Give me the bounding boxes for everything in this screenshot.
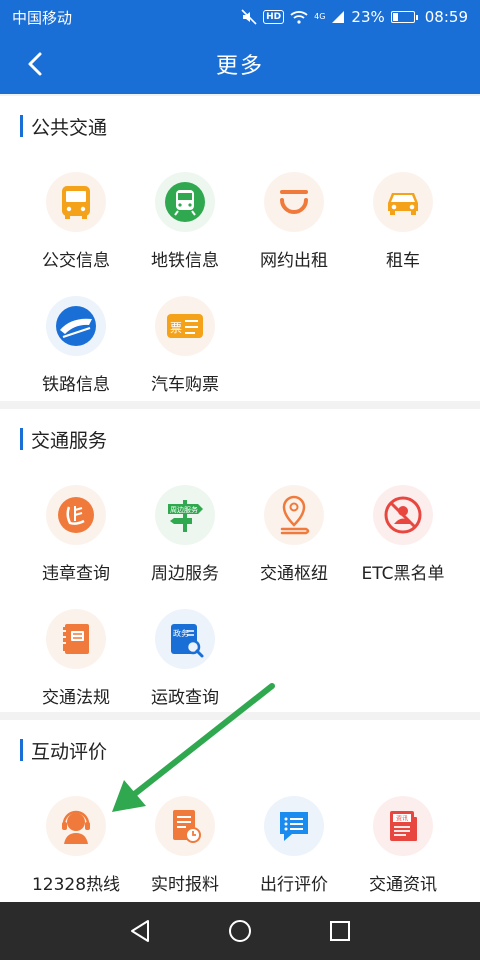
wifi-icon <box>290 11 308 24</box>
carrier-name: 中国移动 <box>12 8 73 27</box>
railway-icon <box>56 306 96 346</box>
tile-label: 交通资讯 <box>369 875 437 895</box>
status-bar: 中国移动 HD 4G 23% 08:59 <box>0 0 480 34</box>
gov-search-icon: 政务 <box>171 624 204 658</box>
tile-realtime-report[interactable]: 实时报料 <box>130 796 240 906</box>
section-header: 互动评价 <box>20 738 108 763</box>
app-bar: 更多 <box>0 34 480 94</box>
location-pin-icon <box>280 495 310 535</box>
section-title: 互动评价 <box>31 740 108 763</box>
mute-icon <box>241 9 257 25</box>
tile-label: 出行评价 <box>260 875 328 895</box>
tile-label: 运政查询 <box>151 688 219 708</box>
nav-recents-button[interactable] <box>325 916 355 946</box>
ride-hailing-icon <box>280 190 308 214</box>
hd-badge: HD <box>263 10 285 24</box>
system-nav-bar <box>0 902 480 960</box>
law-book-icon <box>62 624 89 654</box>
battery-percent: 23% <box>351 8 385 26</box>
square-recents-icon <box>330 921 350 941</box>
car-rental-icon <box>388 193 418 215</box>
violation-icon <box>58 497 94 533</box>
news-icon: 资讯 <box>390 811 417 841</box>
signal-icon <box>332 11 345 23</box>
tile-trip-review[interactable]: 出行评价 <box>239 796 349 906</box>
tile-label: 交通枢纽 <box>260 564 328 584</box>
bus-icon <box>62 186 90 219</box>
tile-label: 汽车购票 <box>151 375 219 395</box>
tile-violation-query[interactable]: 违章查询 <box>21 485 131 595</box>
tile-gov-query[interactable]: 政务 运政查询 <box>130 609 240 719</box>
tile-label: 12328热线 <box>31 875 121 895</box>
section-header: 公共交通 <box>20 114 108 139</box>
signpost-icon: 周边服务 <box>168 500 203 532</box>
tile-label: 周边服务 <box>151 564 219 584</box>
back-button[interactable] <box>20 48 52 80</box>
tile-bus-ticket[interactable]: 票 汽车购票 <box>130 296 240 406</box>
tile-label: 网约出租 <box>260 251 328 271</box>
ticket-icon-text: 票 <box>170 321 182 335</box>
chevron-left-icon <box>28 52 42 76</box>
section-header: 交通服务 <box>20 427 108 452</box>
clock: 08:59 <box>424 8 468 26</box>
tile-transport-hub[interactable]: 交通枢纽 <box>239 485 349 595</box>
hotline-icon <box>62 810 90 844</box>
tile-railway-info[interactable]: 铁路信息 <box>21 296 131 406</box>
tile-ride-hailing[interactable]: 网约出租 <box>239 172 349 282</box>
tile-label: ETC黑名单 <box>361 564 445 584</box>
blacklist-icon <box>384 496 422 534</box>
status-icons: HD 4G 23% 08:59 <box>241 8 468 26</box>
triangle-back-icon <box>131 920 149 942</box>
tile-label: 租车 <box>386 251 420 271</box>
network-type: 4G <box>314 12 326 21</box>
section-title: 公共交通 <box>31 116 108 139</box>
tile-etc-blacklist[interactable]: ETC黑名单 <box>348 485 458 595</box>
signpost-icon-text: 周边服务 <box>170 505 198 514</box>
tile-traffic-laws[interactable]: 交通法规 <box>21 609 131 719</box>
page-title: 更多 <box>215 54 264 79</box>
tile-traffic-news[interactable]: 资讯 交通资讯 <box>348 796 458 906</box>
tile-label: 实时报料 <box>151 875 219 895</box>
tile-subway-info[interactable]: 地铁信息 <box>130 172 240 282</box>
tile-label: 地铁信息 <box>151 251 219 271</box>
section-public-transport: 公共交通 公交信息 地铁信息 网约出租 租车 铁路信息 票 汽车购票 <box>0 96 480 401</box>
tile-bus-info[interactable]: 公交信息 <box>21 172 131 282</box>
section-title: 交通服务 <box>31 429 108 452</box>
gov-icon-text: 政务 <box>173 628 189 638</box>
tile-car-rental[interactable]: 租车 <box>348 172 458 282</box>
battery-icon <box>390 11 418 23</box>
tile-label: 公交信息 <box>42 251 110 271</box>
section-interactive-feedback: 互动评价 12328热线 实时报料 出行评价 资讯 交通资讯 <box>0 720 480 902</box>
circle-home-icon <box>229 920 251 942</box>
tile-label: 违章查询 <box>42 564 110 584</box>
news-icon-text: 资讯 <box>396 815 408 823</box>
tile-hotline[interactable]: 12328热线 <box>21 796 131 906</box>
comment-icon <box>280 812 308 841</box>
tile-nearby-services[interactable]: 周边服务 周边服务 <box>130 485 240 595</box>
nav-back-button[interactable] <box>125 916 155 946</box>
tile-label: 交通法规 <box>42 688 110 708</box>
section-transport-services: 交通服务 违章查询 周边服务 周边服务 交通枢纽 ETC黑名单 交通法规 政务 … <box>0 409 480 712</box>
subway-icon <box>165 182 205 222</box>
nav-home-button[interactable] <box>225 916 255 946</box>
tile-label: 铁路信息 <box>42 375 110 395</box>
report-icon <box>173 810 201 843</box>
ticket-icon: 票 <box>167 314 203 338</box>
